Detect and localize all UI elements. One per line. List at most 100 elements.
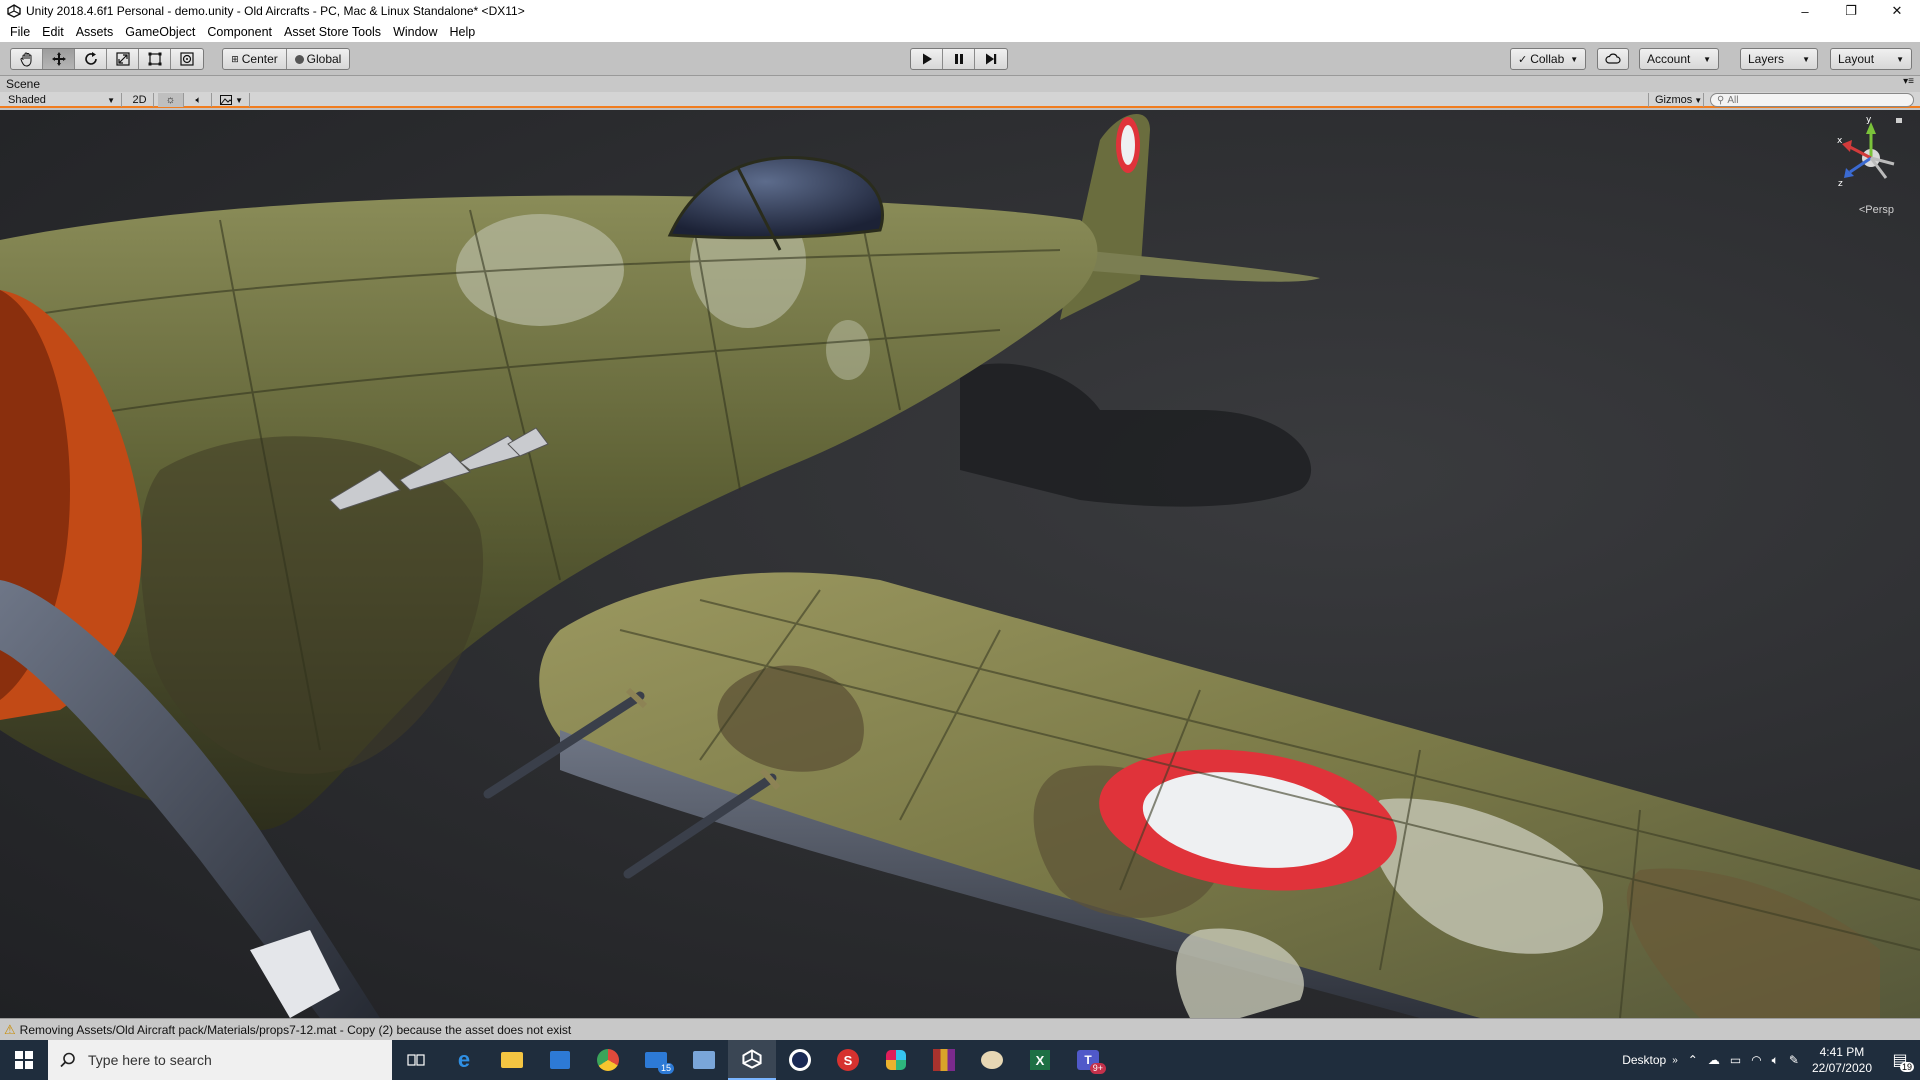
desktop-toolbar[interactable]: Desktop » — [1617, 1053, 1683, 1067]
shading-mode-label: Shaded — [8, 94, 46, 106]
effects-dropdown[interactable]: ▼ — [214, 93, 250, 107]
search-icon: ⚲ — [1717, 94, 1725, 106]
slack-icon — [886, 1050, 906, 1070]
maximize-button[interactable]: ❐ — [1828, 0, 1874, 22]
scene-search-input[interactable]: ⚲ All — [1710, 93, 1914, 107]
menu-asset-store-tools[interactable]: Asset Store Tools — [278, 25, 387, 39]
cloud-button[interactable] — [1597, 48, 1629, 70]
console-status-bar[interactable]: ⚠ Removing Assets/Old Aircraft pack/Mate… — [0, 1018, 1920, 1040]
excel-app[interactable]: X — [1016, 1040, 1064, 1080]
pivot-toggles: ⊞ Center Global — [222, 48, 350, 70]
close-button[interactable]: ✕ — [1874, 0, 1920, 22]
shading-mode-dropdown[interactable]: Shaded ▼ — [2, 93, 122, 107]
scene-viewport[interactable]: y x z <Persp — [0, 110, 1920, 1018]
pause-button[interactable] — [943, 49, 975, 69]
menu-help[interactable]: Help — [444, 25, 482, 39]
store-app[interactable] — [536, 1040, 584, 1080]
remote-desktop-app[interactable] — [680, 1040, 728, 1080]
collab-dropdown[interactable]: ✓ Collab ▼ — [1510, 48, 1586, 70]
pivot-mode-toggle[interactable]: ⊞ Center — [223, 49, 287, 69]
pen-icon[interactable]: ✎ — [1784, 1053, 1804, 1067]
menu-window[interactable]: Window — [387, 25, 443, 39]
rect-transform-icon — [148, 52, 161, 66]
taskbar-search-box[interactable]: Type here to search — [48, 1040, 392, 1080]
chrome-icon — [597, 1049, 619, 1071]
account-dropdown[interactable]: Account ▼ — [1639, 48, 1719, 70]
menu-assets[interactable]: Assets — [70, 25, 120, 39]
chevron-up-icon: ⌃ — [1687, 1053, 1698, 1067]
paint-app[interactable] — [968, 1040, 1016, 1080]
gizmos-dropdown[interactable]: Gizmos ▼ — [1648, 93, 1704, 107]
move-tool-button[interactable] — [43, 49, 75, 69]
check-circle-icon: ✓ — [1518, 53, 1528, 66]
chevron-down-icon: ▼ — [1570, 54, 1579, 64]
mail-badge: 15 — [657, 1063, 674, 1074]
substance-icon: S — [837, 1049, 859, 1071]
action-center-button[interactable]: ▤ 19 — [1880, 1050, 1920, 1072]
rotate-tool-button[interactable] — [75, 49, 107, 69]
transform-tools — [10, 48, 204, 70]
task-view-button[interactable] — [392, 1040, 440, 1080]
hand-tool-button[interactable] — [11, 49, 43, 69]
layout-dropdown[interactable]: Layout ▼ — [1830, 48, 1912, 70]
panel-menu-icon[interactable]: ▾≡ — [1903, 76, 1914, 87]
gizmos-label: Gizmos — [1655, 94, 1693, 106]
chrome-app[interactable] — [584, 1040, 632, 1080]
z-axis-label: z — [1838, 179, 1843, 189]
winrar-app[interactable] — [920, 1040, 968, 1080]
pause-icon — [954, 54, 963, 64]
mail-app[interactable]: 15 — [632, 1040, 680, 1080]
menu-file[interactable]: File — [4, 25, 36, 39]
x-axis-cone[interactable] — [1842, 140, 1852, 152]
step-button[interactable] — [975, 49, 1007, 69]
lighting-toggle[interactable]: ☼ — [158, 93, 184, 107]
account-label: Account — [1647, 52, 1691, 66]
transform-icon — [180, 52, 194, 66]
menu-gameobject[interactable]: GameObject — [119, 25, 201, 39]
rect-tool-button[interactable] — [139, 49, 171, 69]
menu-bar: File Edit Assets GameObject Component As… — [0, 22, 1920, 42]
edge-icon: e — [457, 1047, 471, 1072]
menu-component[interactable]: Component — [201, 25, 278, 39]
scale-icon — [115, 52, 130, 66]
clock[interactable]: 4:41 PM 22/07/2020 — [1804, 1044, 1880, 1076]
projection-label[interactable]: <Persp — [1859, 204, 1894, 216]
play-button[interactable] — [911, 49, 943, 69]
battery-icon[interactable]: ▭ — [1725, 1053, 1746, 1067]
chevron-down-icon: ▼ — [1802, 54, 1810, 64]
unity-app[interactable] — [728, 1040, 776, 1080]
winrar-icon — [933, 1049, 955, 1071]
toggle-2d-button[interactable]: 2D — [126, 93, 154, 107]
menu-edit[interactable]: Edit — [36, 25, 70, 39]
window-titlebar: Unity 2018.4.6f1 Personal - demo.unity -… — [0, 0, 1920, 22]
layers-dropdown[interactable]: Layers ▼ — [1740, 48, 1818, 70]
slack-app[interactable] — [872, 1040, 920, 1080]
show-hidden-icons-button[interactable]: ⌃ — [1683, 1053, 1703, 1067]
projection-text: Persp — [1865, 204, 1894, 216]
scene-tab[interactable]: Scene — [6, 77, 40, 91]
volume-icon[interactable]: 🔈︎ — [1767, 1053, 1784, 1068]
pivot-rotation-toggle[interactable]: Global — [287, 49, 349, 69]
edge-app[interactable]: e — [440, 1040, 488, 1080]
aircraft-render — [0, 113, 1920, 1018]
monitor-icon — [693, 1051, 715, 1069]
main-toolbar: ⊞ Center Global ✓ Collab ▼ Account ▼ Lay — [0, 42, 1920, 76]
substance-app[interactable]: S — [824, 1040, 872, 1080]
teams-app[interactable]: T 9+ — [1064, 1040, 1112, 1080]
lock-icon[interactable] — [1896, 118, 1902, 123]
scale-tool-button[interactable] — [107, 49, 139, 69]
minimize-button[interactable]: – — [1782, 0, 1828, 22]
orientation-gizmo[interactable]: y x z — [1836, 116, 1906, 206]
wifi-icon[interactable]: ◠ — [1746, 1053, 1766, 1067]
audio-toggle[interactable]: 🔈︎ — [186, 93, 212, 107]
playback-controls — [910, 48, 1008, 70]
onedrive-icon[interactable]: ☁ — [1703, 1053, 1725, 1067]
status-message: Removing Assets/Old Aircraft pack/Materi… — [19, 1022, 572, 1037]
transform-tool-button[interactable] — [171, 49, 203, 69]
file-explorer-app[interactable] — [488, 1040, 536, 1080]
excel-icon: X — [1030, 1050, 1050, 1070]
y-axis-label: y — [1866, 116, 1872, 125]
cinema4d-app[interactable] — [776, 1040, 824, 1080]
store-icon — [550, 1051, 570, 1069]
start-button[interactable] — [0, 1040, 48, 1080]
